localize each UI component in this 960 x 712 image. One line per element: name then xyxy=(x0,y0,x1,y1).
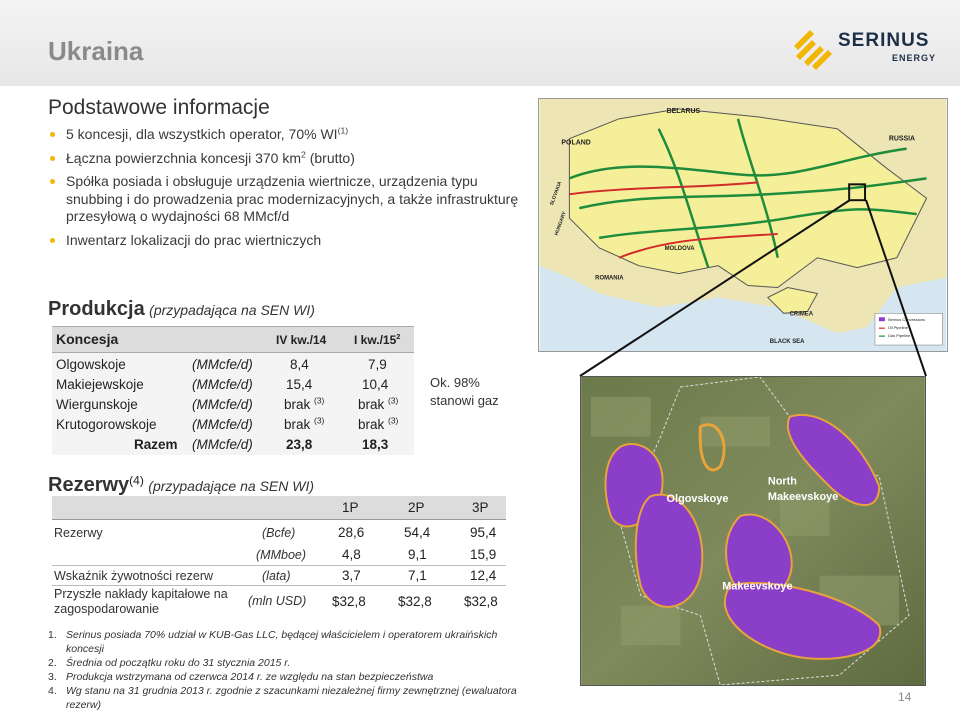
label-north: North xyxy=(768,475,797,487)
satellite-concessions-map: Olgovskoye North Makeevskoye Makeevskoye xyxy=(580,376,926,686)
page-number: 14 xyxy=(898,690,912,704)
label-makeevskoye: Makeevskoye xyxy=(722,581,792,593)
label-north-makeevskoye: Makeevskoye xyxy=(768,491,838,503)
label-olgovskoye: Olgovskoye xyxy=(667,493,729,505)
